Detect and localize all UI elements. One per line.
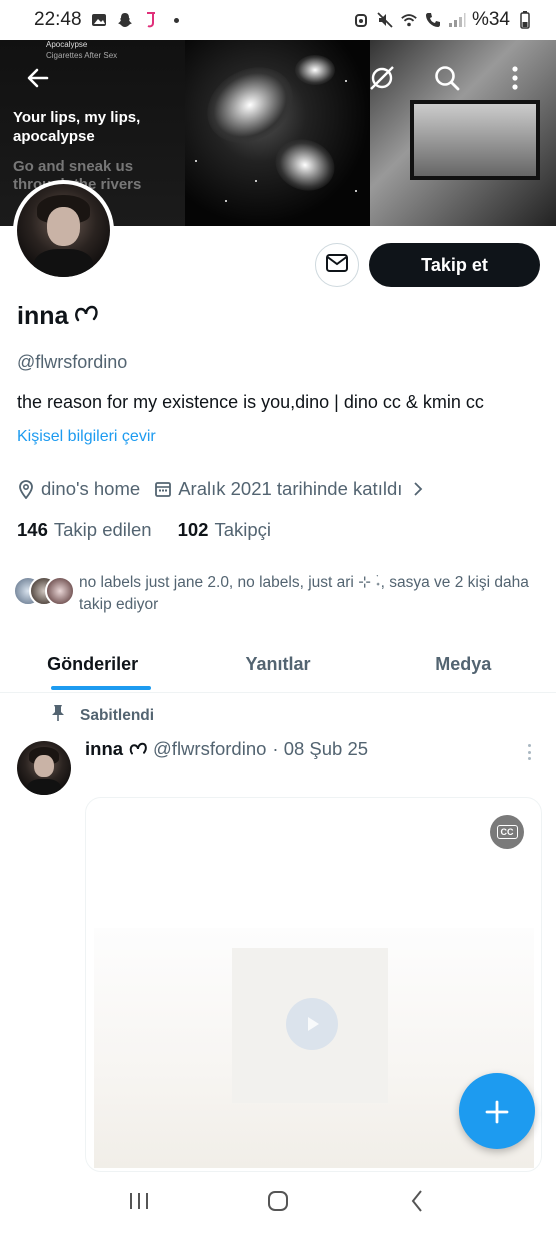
back-button[interactable] — [18, 60, 58, 100]
lyric-current: Your lips, my lips, apocalypse — [13, 109, 141, 145]
now-playing-title: Apocalypse — [46, 40, 88, 49]
profile-name-text: inna — [17, 302, 69, 330]
status-bar: 22:48 %34 — [0, 0, 556, 40]
snapchat-icon — [116, 11, 134, 29]
app-notification-icon — [142, 11, 160, 29]
chevron-right-icon[interactable] — [412, 481, 424, 497]
more-options-button[interactable] — [495, 60, 535, 100]
heart-outline-icon — [74, 302, 99, 331]
post-author-avatar[interactable] — [17, 741, 71, 795]
banner-galaxy-image — [185, 40, 370, 226]
search-icon — [433, 64, 461, 97]
recent-apps-button[interactable] — [119, 1184, 159, 1224]
mute-icon — [376, 11, 394, 29]
following-link[interactable]: 146 Takip edilen — [17, 519, 152, 541]
no-sync-icon — [367, 63, 397, 98]
profile-bio: the reason for my existence is you,dino … — [17, 392, 484, 412]
play-icon[interactable] — [286, 998, 338, 1050]
search-button[interactable] — [427, 60, 467, 100]
heart-outline-icon — [129, 741, 147, 757]
post-more-button[interactable] — [520, 741, 538, 763]
status-time: 22:48 — [34, 9, 82, 30]
alarm-icon — [352, 11, 370, 29]
captions-icon: CC — [496, 825, 518, 839]
profile-meta: dino's home Aralık 2021 tarihinde katıld… — [17, 478, 430, 500]
captions-button[interactable]: CC — [490, 815, 524, 849]
signal-icon — [448, 11, 466, 29]
grok-button[interactable] — [362, 60, 402, 100]
avatar — [45, 576, 75, 606]
arrow-left-icon — [25, 65, 51, 96]
following-label: Takip edilen — [53, 519, 152, 540]
profile-join-date: Aralık 2021 tarihinde katıldı — [178, 478, 403, 499]
pin-icon — [50, 704, 66, 727]
battery-icon — [516, 11, 534, 29]
profile-handle: @flwrsfordino — [17, 352, 128, 372]
more-notifications-dot — [173, 17, 179, 23]
profile-avatar[interactable] — [13, 180, 114, 281]
now-playing-artist: Cigarettes After Sex — [46, 51, 118, 60]
tab-posts[interactable]: Gönderiler — [0, 637, 185, 692]
mutual-avatars — [13, 572, 79, 608]
post-author-handle: @flwrsfordino — [153, 738, 267, 759]
tab-media[interactable]: Medya — [371, 637, 556, 692]
follow-button[interactable]: Takip et — [369, 243, 540, 287]
post-date: · 08 Şub 25 — [272, 738, 369, 759]
gallery-icon — [90, 11, 108, 29]
plus-icon — [484, 1087, 510, 1135]
more-vertical-icon — [511, 65, 519, 96]
pinned-indicator: Sabitlendi — [50, 704, 154, 727]
post-header: inna @flwrsfordino · 08 Şub 25 — [85, 738, 368, 760]
location-pin-icon — [17, 479, 35, 499]
followers-count: 102 — [177, 519, 209, 540]
home-button[interactable] — [258, 1184, 298, 1224]
post-author-name[interactable]: inna — [85, 738, 123, 760]
profile-tabs: Gönderiler Yanıtlar Medya — [0, 637, 556, 693]
active-tab-indicator — [51, 686, 151, 690]
follow-stats: 146 Takip edilen 102 Takipçi — [17, 519, 271, 541]
battery-percent: %34 — [471, 9, 510, 30]
profile-location: dino's home — [41, 478, 141, 499]
chevron-left-icon — [410, 1189, 424, 1218]
mutual-followers-text: no labels just jane 2.0, no labels, just… — [79, 574, 529, 613]
pinned-label: Sabitlendi — [80, 706, 155, 724]
calendar-icon — [154, 480, 172, 498]
back-nav-button[interactable] — [397, 1184, 437, 1224]
followers-label: Takipçi — [214, 519, 272, 540]
call-icon — [424, 11, 442, 29]
tab-replies[interactable]: Yanıtlar — [185, 637, 370, 692]
followers-link[interactable]: 102 Takipçi — [178, 519, 271, 541]
home-icon — [266, 1189, 290, 1218]
compose-button[interactable] — [459, 1073, 535, 1149]
recent-apps-icon — [128, 1191, 150, 1216]
message-button[interactable] — [315, 243, 359, 287]
profile-name: inna — [17, 302, 99, 331]
following-count: 146 — [17, 519, 48, 540]
system-navigation-bar — [0, 1172, 556, 1235]
wifi-icon — [400, 11, 418, 29]
translate-bio-link[interactable]: Kişisel bilgileri çevir — [17, 428, 156, 446]
mutual-followers[interactable]: no labels just jane 2.0, no labels, just… — [13, 572, 543, 616]
envelope-icon — [325, 253, 349, 278]
